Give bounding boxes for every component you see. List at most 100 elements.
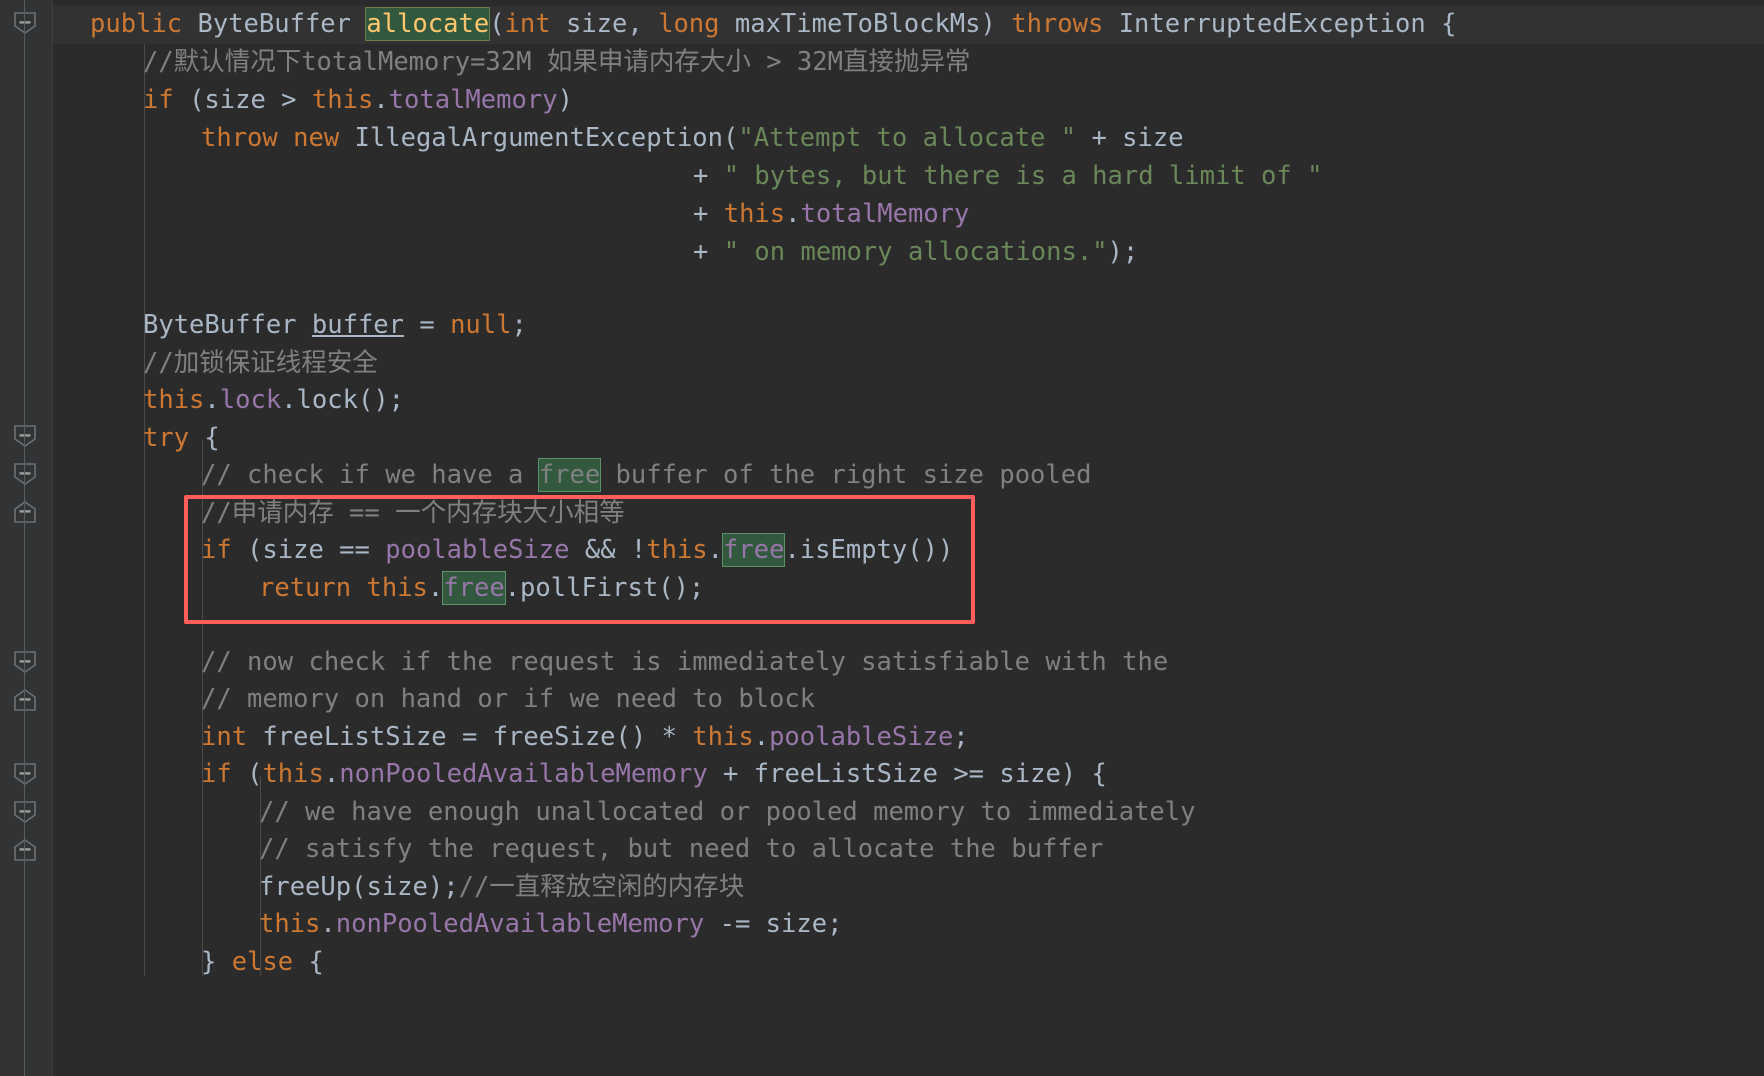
code-token: maxTimeToBlockMs) (719, 9, 1012, 39)
code-token: totalMemory (800, 199, 970, 229)
code-token: // memory on hand or if we need to block (201, 684, 816, 714)
code-token: buffer of the right size pooled (600, 460, 1092, 490)
code-line[interactable]: // satisfy the request, but need to allo… (53, 831, 1103, 869)
code-token: if (201, 759, 232, 789)
code-token: this (646, 535, 708, 565)
code-token: IllegalArgumentException( (339, 123, 739, 153)
fold-marker-inner-block-mid-icon[interactable] (13, 800, 37, 824)
code-token: this (723, 199, 786, 229)
code-line[interactable]: if (this.nonPooledAvailableMemory + free… (53, 756, 1107, 794)
code-token: throws (1011, 9, 1104, 39)
code-token: freeUp(size); (259, 872, 459, 902)
fold-marker-if-free-end-icon[interactable] (13, 500, 37, 524)
code-line[interactable]: // memory on hand or if we need to block (53, 681, 815, 719)
code-token: nonPooledAvailableMemory (339, 759, 708, 789)
fold-marker-method-allocate-icon[interactable] (13, 11, 37, 35)
code-token: poolableSize (385, 535, 570, 565)
occurrence-highlight-method: allocate (366, 8, 490, 40)
code-token: . (373, 85, 389, 115)
code-line[interactable]: } else { (53, 944, 324, 982)
code-token: try (143, 423, 190, 453)
code-line[interactable]: freeUp(size);//一直释放空闲的内存块 (53, 869, 744, 907)
code-token: -= size; (704, 909, 843, 939)
code-token: int (504, 9, 551, 39)
code-token: // we have enough unallocated or pooled … (259, 797, 1196, 827)
occurrence-highlight-free: free (538, 459, 601, 491)
code-line[interactable]: //默认情况下totalMemory=32M 如果申请内存大小 > 32M直接抛… (53, 44, 970, 82)
fold-marker-if-available-memory-icon[interactable] (13, 650, 37, 674)
code-line[interactable]: // now check if the request is immediate… (53, 644, 1168, 682)
code-token: InterruptedException { (1103, 9, 1457, 39)
fold-marker-inner-block-end-icon[interactable] (13, 838, 37, 862)
code-line[interactable]: return this.free.pollFirst(); (53, 570, 704, 608)
code-token: //加锁保证线程安全 (143, 348, 378, 378)
code-line[interactable] (53, 608, 201, 646)
code-token: // check if we have a (201, 460, 539, 490)
code-line[interactable]: + this.totalMemory (53, 196, 969, 234)
code-token: . (753, 722, 770, 752)
code-line[interactable]: this.lock.lock(); (53, 382, 404, 420)
code-token: long (658, 9, 720, 39)
code-line[interactable]: //申请内存 == 一个内存块大小相等 (53, 495, 625, 533)
fold-marker-if-available-memory-end-icon[interactable] (13, 688, 37, 712)
code-token: public (90, 9, 183, 39)
code-line[interactable] (53, 272, 143, 310)
code-token: + freeListSize >= size) { (707, 759, 1107, 789)
code-line[interactable]: if (size > this.totalMemory) (53, 82, 573, 120)
code-token: else (231, 947, 294, 977)
code-token: . (323, 759, 340, 789)
code-token: + size (1076, 123, 1184, 153)
code-token: if (143, 85, 174, 115)
code-token: //默认情况下totalMemory=32M 如果申请内存大小 > 32M直接抛… (143, 47, 971, 77)
code-token: + (693, 199, 724, 229)
code-token: (size == (231, 535, 386, 565)
code-token: if (201, 535, 232, 565)
code-line[interactable]: ByteBuffer buffer = null; (53, 307, 527, 345)
code-line[interactable]: throw new IllegalArgumentException("Atte… (53, 120, 1184, 158)
code-token: (size > (173, 85, 312, 115)
code-token: size, (550, 9, 659, 39)
code-token: this (262, 759, 324, 789)
code-line[interactable]: public ByteBuffer allocate(int size, lon… (53, 6, 1456, 44)
code-token: = (404, 310, 451, 340)
code-token: ByteBuffer (197, 9, 352, 39)
code-token: ; (953, 722, 969, 752)
code-token: .isEmpty()) (784, 535, 954, 565)
code-line[interactable]: + " on memory allocations."); (53, 234, 1138, 272)
code-token: . (785, 199, 801, 229)
code-line[interactable]: // we have enough unallocated or pooled … (53, 794, 1196, 832)
code-token: ByteBuffer (143, 310, 297, 340)
fold-marker-if-free-block-icon[interactable] (13, 462, 37, 486)
code-token: new (293, 123, 340, 153)
code-token: poolableSize (769, 722, 954, 752)
code-editor[interactable]: public ByteBuffer allocate(int size, lon… (0, 0, 1764, 1076)
code-line[interactable]: //加锁保证线程安全 (53, 345, 378, 383)
fold-marker-inner-block-start-icon[interactable] (13, 762, 37, 786)
code-line[interactable]: if (size == poolableSize && !this.free.i… (53, 532, 953, 570)
fold-marker-try-block-icon[interactable] (13, 424, 37, 448)
code-token: //一直释放空闲的内存块 (458, 872, 745, 902)
code-token: // now check if the request is immediate… (201, 647, 1169, 677)
code-token: this (366, 573, 428, 603)
code-line[interactable]: this.nonPooledAvailableMemory -= size; (53, 906, 842, 944)
code-token: buffer (311, 310, 405, 340)
code-line[interactable]: + " bytes, but there is a hard limit of … (53, 158, 1322, 196)
occurrence-highlight-free: free (723, 534, 785, 566)
code-line[interactable]: int freeListSize = freeSize() * this.poo… (53, 719, 969, 757)
code-token: .pollFirst(); (504, 573, 705, 603)
code-token: this (143, 385, 205, 415)
code-token: .lock(); (281, 385, 405, 415)
code-token: ( (489, 9, 505, 39)
code-token: ) (557, 85, 573, 115)
code-line[interactable]: // check if we have a free buffer of the… (53, 457, 1091, 495)
code-token: && ! (569, 535, 647, 565)
code-token: this (692, 722, 754, 752)
code-token: this (311, 85, 374, 115)
editor-gutter[interactable] (0, 0, 52, 1076)
code-content[interactable]: public ByteBuffer allocate(int size, lon… (53, 0, 1764, 1076)
code-token: . (320, 909, 336, 939)
code-line[interactable]: try { (53, 420, 220, 458)
